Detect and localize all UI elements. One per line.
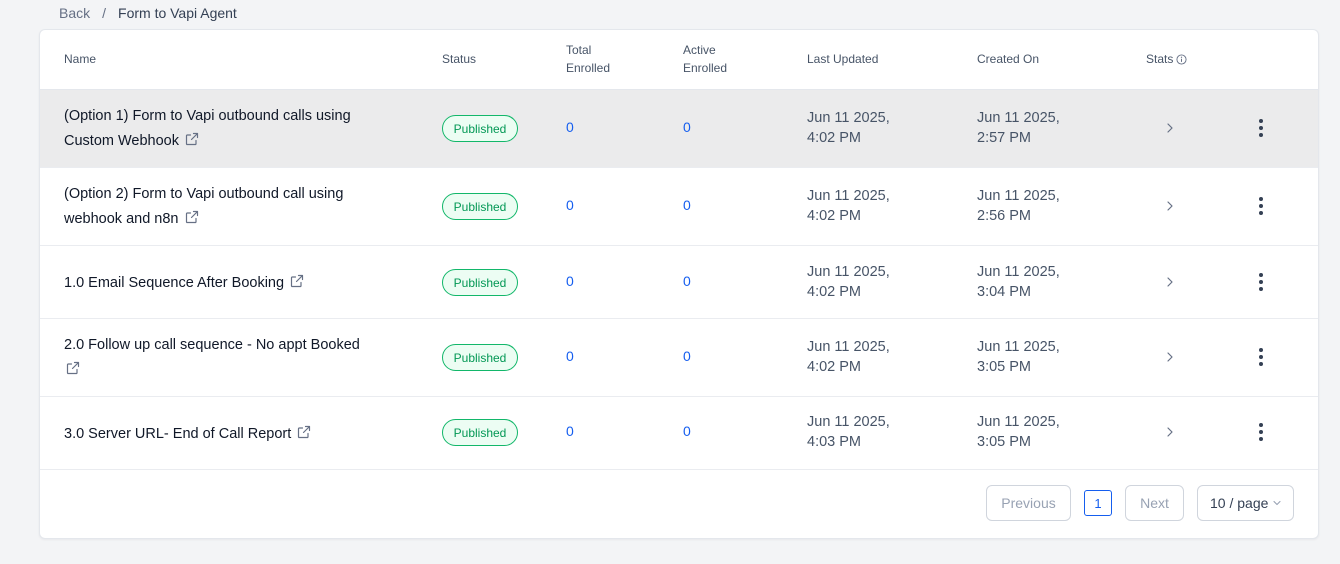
header-last-updated[interactable]: Last Updated [807, 50, 878, 68]
workflow-name[interactable]: (Option 2) Form to Vapi outbound call us… [64, 182, 394, 233]
next-page-button[interactable]: Next [1125, 485, 1184, 521]
table-row[interactable]: 1.0 Email Sequence After Booking Publish… [40, 246, 1318, 319]
chevron-right-icon[interactable] [1164, 350, 1176, 369]
total-enrolled-count[interactable]: 0 [566, 348, 574, 364]
breadcrumb-back-link[interactable]: Back [59, 5, 90, 21]
kebab-menu-icon[interactable] [1254, 347, 1268, 367]
table-row[interactable]: 3.0 Server URL- End of Call Report Publi… [40, 397, 1318, 470]
table-row[interactable]: 2.0 Follow up call sequence - No appt Bo… [40, 319, 1318, 397]
active-enrolled-count[interactable]: 0 [683, 119, 691, 135]
status-badge: Published [442, 269, 518, 296]
chevron-right-icon[interactable] [1164, 425, 1176, 444]
last-updated-date: Jun 11 2025, 4:02 PM [807, 264, 890, 300]
total-enrolled-count[interactable]: 0 [566, 119, 574, 135]
workflow-name[interactable]: 3.0 Server URL- End of Call Report [64, 422, 394, 448]
created-on-date: Jun 11 2025, 3:05 PM [977, 339, 1060, 375]
header-created-on[interactable]: Created On [977, 50, 1039, 68]
total-enrolled-count[interactable]: 0 [566, 197, 574, 213]
active-enrolled-count[interactable]: 0 [683, 197, 691, 213]
last-updated-date: Jun 11 2025, 4:03 PM [807, 414, 890, 450]
kebab-menu-icon[interactable] [1254, 422, 1268, 442]
kebab-menu-icon[interactable] [1254, 272, 1268, 292]
header-status[interactable]: Status [442, 50, 476, 68]
table-row[interactable]: (Option 1) Form to Vapi outbound calls u… [40, 90, 1318, 168]
workflows-table-card: Name Status Total Enrolled Active Enroll… [39, 29, 1319, 539]
page-1-button[interactable]: 1 [1084, 490, 1112, 516]
created-on-date: Jun 11 2025, 3:04 PM [977, 264, 1060, 300]
external-link-icon[interactable] [66, 359, 80, 384]
workflow-name[interactable]: 1.0 Email Sequence After Booking [64, 271, 394, 297]
breadcrumb-separator: / [102, 5, 107, 21]
external-link-icon[interactable] [185, 130, 199, 155]
external-link-icon[interactable] [185, 208, 199, 233]
header-name[interactable]: Name [64, 50, 96, 68]
external-link-icon[interactable] [297, 423, 311, 448]
chevron-right-icon[interactable] [1164, 199, 1176, 218]
status-badge: Published [442, 344, 518, 371]
page-size-select[interactable]: 10 / page [1197, 485, 1294, 521]
status-badge: Published [442, 115, 518, 142]
created-on-date: Jun 11 2025, 3:05 PM [977, 414, 1060, 450]
previous-page-button[interactable]: Previous [986, 485, 1071, 521]
kebab-menu-icon[interactable] [1254, 196, 1268, 216]
created-on-date: Jun 11 2025, 2:56 PM [977, 188, 1060, 224]
kebab-menu-icon[interactable] [1254, 118, 1268, 138]
status-badge: Published [442, 193, 518, 220]
table-row[interactable]: (Option 2) Form to Vapi outbound call us… [40, 168, 1318, 246]
chevron-right-icon[interactable] [1164, 275, 1176, 294]
table-header: Name Status Total Enrolled Active Enroll… [40, 30, 1318, 90]
info-icon[interactable] [1176, 52, 1187, 70]
last-updated-date: Jun 11 2025, 4:02 PM [807, 188, 890, 224]
header-active-enrolled[interactable]: Active Enrolled [683, 41, 727, 77]
breadcrumb: Back / Form to Vapi Agent [59, 4, 237, 22]
workflow-name[interactable]: (Option 1) Form to Vapi outbound calls u… [64, 104, 394, 155]
active-enrolled-count[interactable]: 0 [683, 348, 691, 364]
chevron-down-icon [1272, 495, 1282, 511]
header-stats: Stats [1146, 50, 1187, 70]
created-on-date: Jun 11 2025, 2:57 PM [977, 110, 1060, 146]
breadcrumb-current: Form to Vapi Agent [118, 5, 237, 21]
active-enrolled-count[interactable]: 0 [683, 423, 691, 439]
last-updated-date: Jun 11 2025, 4:02 PM [807, 339, 890, 375]
header-total-enrolled[interactable]: Total Enrolled [566, 41, 610, 77]
total-enrolled-count[interactable]: 0 [566, 273, 574, 289]
active-enrolled-count[interactable]: 0 [683, 273, 691, 289]
external-link-icon[interactable] [290, 272, 304, 297]
chevron-right-icon[interactable] [1164, 121, 1176, 140]
last-updated-date: Jun 11 2025, 4:02 PM [807, 110, 890, 146]
status-badge: Published [442, 419, 518, 446]
total-enrolled-count[interactable]: 0 [566, 423, 574, 439]
workflow-name[interactable]: 2.0 Follow up call sequence - No appt Bo… [64, 333, 394, 384]
